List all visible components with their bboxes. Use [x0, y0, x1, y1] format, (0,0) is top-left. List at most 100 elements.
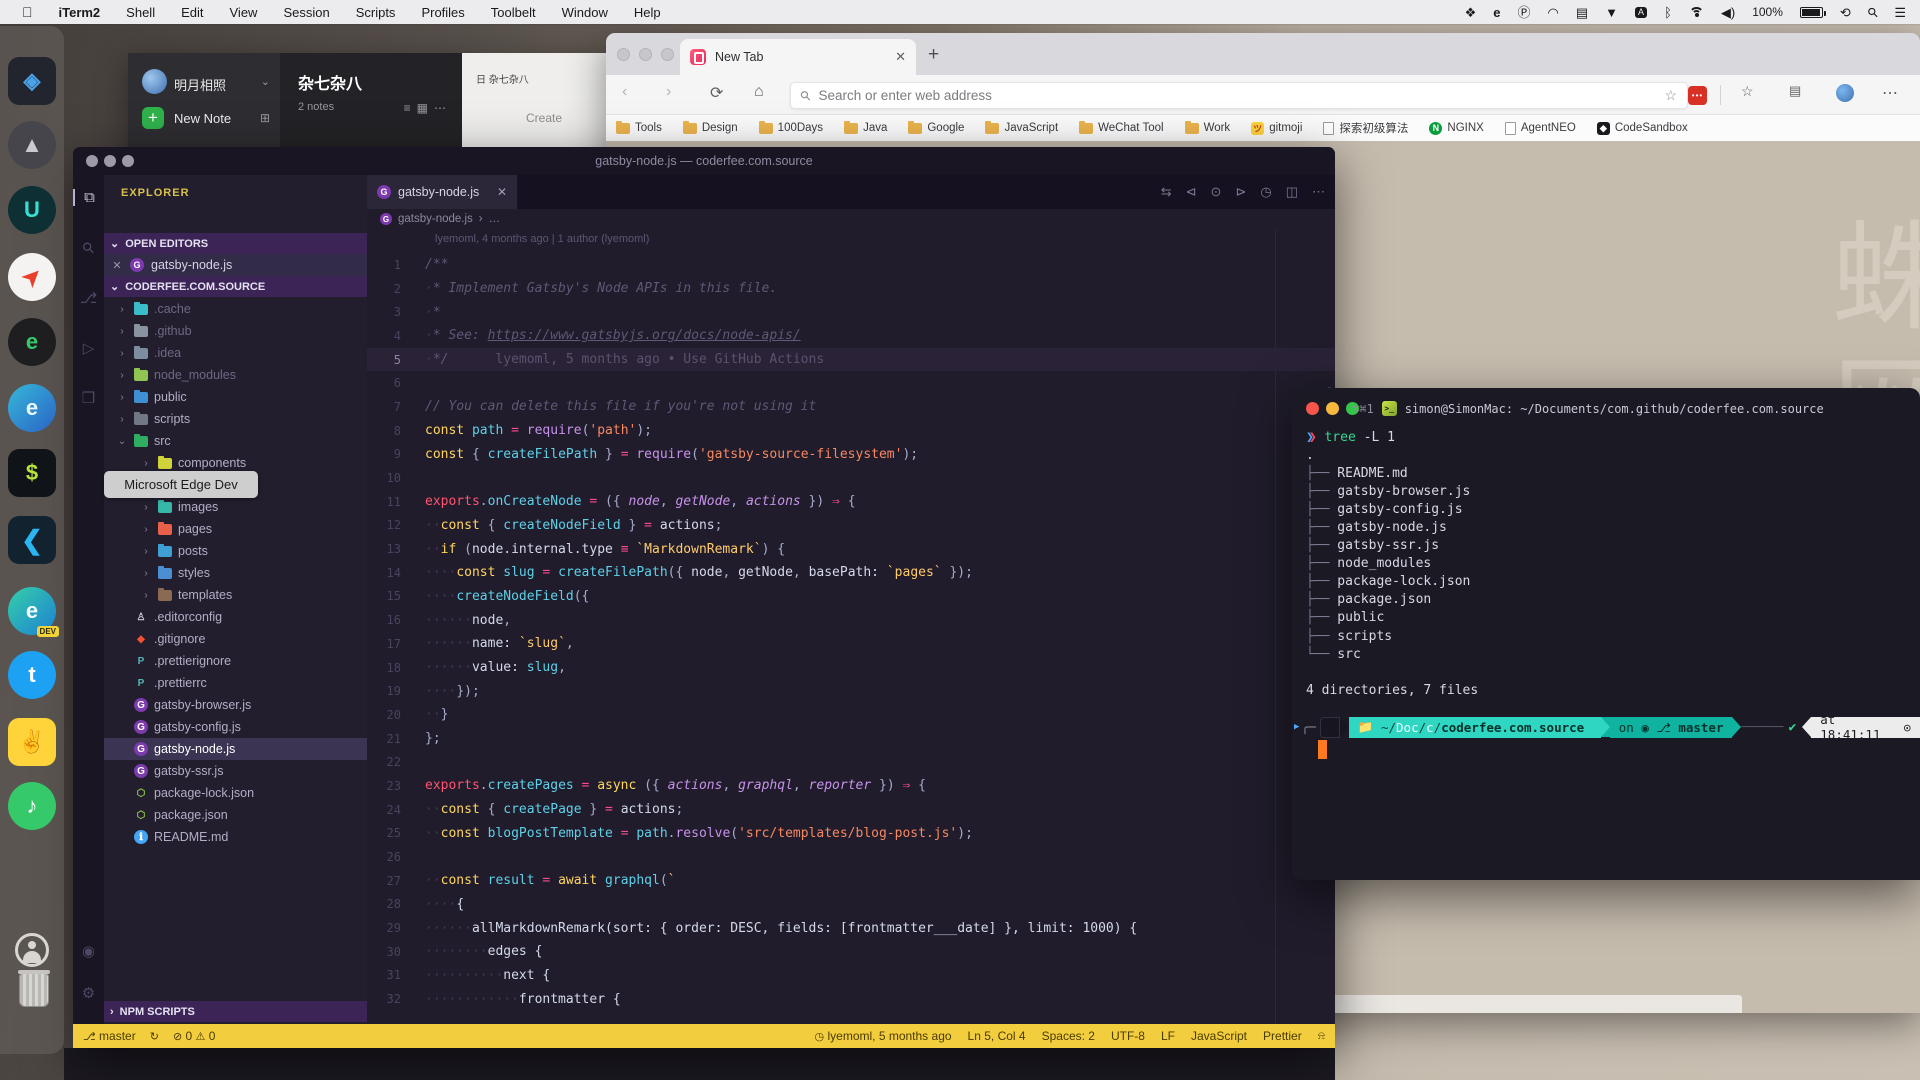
- open-editors-header[interactable]: ⌄OPEN EDITORS: [104, 233, 367, 254]
- tab-close-icon[interactable]: ✕: [895, 49, 906, 65]
- code-line-27[interactable]: 27··const result = await graphql(`: [367, 869, 1335, 893]
- code-line-28[interactable]: 28····{: [367, 893, 1335, 917]
- tree-item-.github[interactable]: ›.github: [104, 320, 367, 342]
- code-editor[interactable]: lyemoml, 4 months ago | 1 author (lyemom…: [367, 229, 1335, 1024]
- new-note-plus-icon[interactable]: +: [142, 107, 164, 129]
- project-root-header[interactable]: ⌄CODERFEE.COM.SOURCE: [104, 276, 367, 297]
- menu-item-shell[interactable]: Shell: [126, 5, 155, 20]
- code-line-1[interactable]: 1/**: [367, 253, 1335, 277]
- language-mode[interactable]: JavaScript: [1191, 1029, 1247, 1043]
- bookmark-100Days[interactable]: 100Days: [759, 122, 823, 134]
- bookmark-AgentNEO[interactable]: AgentNEO: [1505, 122, 1576, 135]
- eol-setting[interactable]: LF: [1161, 1029, 1175, 1043]
- dock-icon-microsoft-edge-dev[interactable]: eDEV: [8, 587, 56, 635]
- tree-item-.gitignore[interactable]: ◆.gitignore: [104, 628, 367, 650]
- code-line-11[interactable]: 11exports.onCreateNode = ({ node, getNod…: [367, 490, 1335, 514]
- input-source-icon[interactable]: A: [1635, 7, 1647, 18]
- open-changes-icon[interactable]: ⇆: [1161, 184, 1172, 200]
- reload-button[interactable]: ⟳: [710, 83, 723, 103]
- nav-back-icon[interactable]: ⊲: [1186, 184, 1197, 200]
- close-icon[interactable]: ✕: [104, 259, 130, 272]
- dock-icon-utools[interactable]: U: [8, 186, 56, 234]
- bookmark-NGINX[interactable]: NNGINX: [1429, 122, 1483, 135]
- code-line-18[interactable]: 18······value: slug,: [367, 656, 1335, 680]
- code-line-16[interactable]: 16······node,: [367, 608, 1335, 632]
- branch-indicator[interactable]: ⎇ master: [83, 1029, 136, 1043]
- code-line-29[interactable]: 29······allMarkdownRemark(sort: { order:…: [367, 916, 1335, 940]
- tree-item-src[interactable]: ⌄src: [104, 430, 367, 452]
- tree-item-.cache[interactable]: ›.cache: [104, 298, 367, 320]
- code-line-22[interactable]: 22: [367, 750, 1335, 774]
- bookmark-Java[interactable]: Java: [844, 122, 887, 134]
- extensions-icon[interactable]: ❒: [73, 389, 104, 407]
- code-line-6[interactable]: 6: [367, 371, 1335, 395]
- code-line-31[interactable]: 31··········next {: [367, 964, 1335, 988]
- minimize-window-button[interactable]: [1326, 402, 1339, 415]
- close-window-button[interactable]: [86, 155, 98, 167]
- explorer-icon[interactable]: ⧉: [73, 189, 104, 206]
- dock-icon-rock-hand-app[interactable]: ✌: [8, 718, 56, 766]
- tree-item-gatsby-ssr.js[interactable]: Ggatsby-ssr.js: [104, 760, 367, 782]
- browser-tab[interactable]: New Tab ✕: [680, 39, 916, 75]
- home-button[interactable]: ⌂: [754, 83, 764, 101]
- evernote-icon[interactable]: e: [1493, 6, 1500, 19]
- bookmarks-menu-icon[interactable]: ☆: [1741, 83, 1754, 100]
- bookmark-Design[interactable]: Design: [683, 122, 738, 134]
- tree-item-package.json[interactable]: ⬡package.json: [104, 804, 367, 826]
- tree-item-pages[interactable]: ›pages: [104, 518, 367, 540]
- chevron-down-icon[interactable]: ⌄: [261, 75, 270, 88]
- bookmark-Tools[interactable]: Tools: [616, 122, 662, 134]
- code-line-5[interactable]: 5·*/ lyemoml, 5 months ago • Use GitHub …: [367, 348, 1335, 372]
- dock-icon-netease-music[interactable]: ♪: [8, 782, 56, 830]
- blame-status[interactable]: ◷ lyemoml, 5 months ago: [815, 1029, 952, 1043]
- window-manager-icon[interactable]: ❖: [1465, 6, 1477, 19]
- bookmark-Work[interactable]: Work: [1185, 122, 1231, 134]
- notes-avatar[interactable]: [142, 69, 167, 94]
- tree-item-.idea[interactable]: ›.idea: [104, 342, 367, 364]
- new-note-button[interactable]: New Note: [174, 111, 231, 126]
- nav-circle-icon[interactable]: ⊙: [1211, 184, 1222, 200]
- code-line-30[interactable]: 30········edges {: [367, 940, 1335, 964]
- dock-icon-vscode[interactable]: ❮: [8, 516, 56, 564]
- search-icon[interactable]: ⚲: [73, 239, 104, 257]
- volume-icon[interactable]: ◀): [1721, 6, 1735, 19]
- minimize-window-button[interactable]: [104, 155, 116, 167]
- back-button[interactable]: ‹: [622, 83, 627, 101]
- debug-icon[interactable]: ▷: [73, 339, 104, 357]
- tree-item-templates[interactable]: ›templates: [104, 584, 367, 606]
- tree-item-gatsby-node.js[interactable]: Ggatsby-node.js: [104, 738, 367, 760]
- minimize-window-button[interactable]: [639, 48, 652, 61]
- bookmark-JavaScript[interactable]: JavaScript: [985, 122, 1058, 134]
- menu-item-help[interactable]: Help: [634, 5, 661, 20]
- dock-icon-microsoft-edge[interactable]: e: [8, 384, 56, 432]
- terminal-output[interactable]: ❯❯ tree -L 1.├── README.md├── gatsby-bro…: [1306, 428, 1920, 699]
- dock-icon-evernote[interactable]: e: [8, 318, 56, 366]
- card-icon[interactable]: ▤: [1576, 6, 1588, 19]
- tree-item-README.md[interactable]: ℹREADME.md: [104, 826, 367, 848]
- menu-item-session[interactable]: Session: [283, 5, 329, 20]
- editor-tab-active[interactable]: G gatsby-node.js ✕: [367, 175, 517, 209]
- tree-item-.editorconfig[interactable]: ♙.editorconfig: [104, 606, 367, 628]
- code-line-8[interactable]: 8const path = require('path');: [367, 419, 1335, 443]
- menu-item-view[interactable]: View: [230, 5, 258, 20]
- close-window-button[interactable]: [1306, 402, 1319, 415]
- code-line-24[interactable]: 24··const { createPage } = actions;: [367, 798, 1335, 822]
- code-line-4[interactable]: 4·* See: https://www.gatsbyjs.org/docs/n…: [367, 324, 1335, 348]
- more-actions-icon[interactable]: ⋯: [1312, 184, 1325, 200]
- cursor-position[interactable]: Ln 5, Col 4: [968, 1029, 1026, 1043]
- overflow-menu-icon[interactable]: ⋯: [1882, 83, 1898, 103]
- bluetooth-icon[interactable]: ᛒ: [1664, 6, 1672, 19]
- dock-icon-launchpad[interactable]: ▲: [8, 121, 56, 169]
- menu-item-scripts[interactable]: Scripts: [356, 5, 396, 20]
- problems-indicator[interactable]: ⊘ 0 ⚠ 0: [173, 1029, 216, 1043]
- dock-icon-twitter[interactable]: t: [8, 651, 56, 699]
- alfred-icon[interactable]: ◠: [1548, 6, 1559, 19]
- notes-list-tools[interactable]: ≡▦⋯: [404, 101, 452, 115]
- notes-grid-icon[interactable]: ⊞: [260, 111, 270, 125]
- code-line-10[interactable]: 10: [367, 466, 1335, 490]
- open-editor-item[interactable]: ✕ G gatsby-node.js: [104, 254, 367, 276]
- tree-item-.prettierignore[interactable]: P.prettierignore: [104, 650, 367, 672]
- dock-icon-chat-app[interactable]: ◈: [8, 57, 56, 105]
- code-line-25[interactable]: 25··const blogPostTemplate = path.resolv…: [367, 822, 1335, 846]
- menu-item-window[interactable]: Window: [562, 5, 608, 20]
